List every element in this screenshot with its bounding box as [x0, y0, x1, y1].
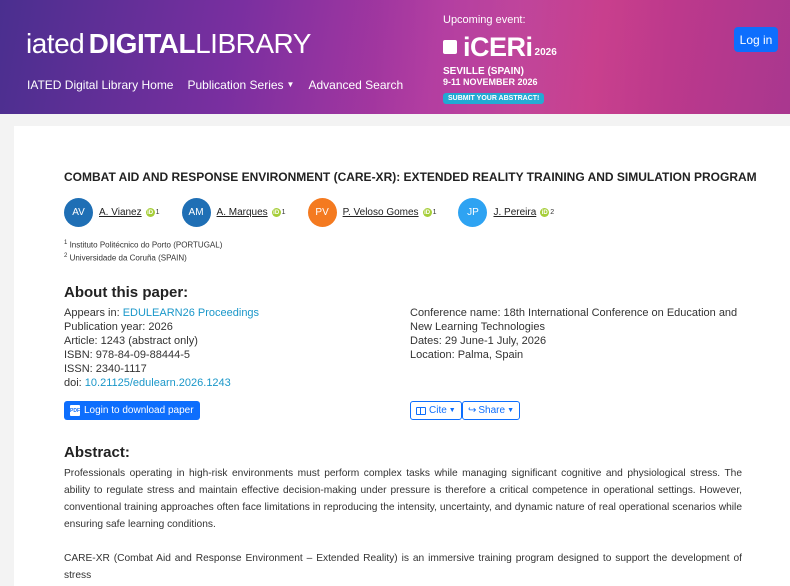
affiliation-item: 1 Instituto Politécnico do Porto (PORTUG…: [64, 238, 222, 251]
book-icon: [416, 406, 426, 415]
conference-dates: Dates: 29 June-1 July, 2026: [410, 335, 547, 347]
event-upcoming-label: Upcoming event:: [443, 14, 526, 26]
orcid-icon[interactable]: iD: [422, 208, 432, 217]
orcid-icon[interactable]: iD: [540, 208, 550, 217]
brand-bold: DIGITAL: [88, 28, 196, 59]
author-list: AV A. Vianez iD 1 AM A. Marques iD 1 PV P.…: [64, 198, 576, 227]
conference-name: Conference name: 18th International Conf…: [410, 307, 738, 333]
conference-location: Location: Palma, Spain: [410, 349, 524, 361]
avatar: AM: [181, 198, 211, 227]
proceedings-link[interactable]: EDULEARN26 Proceedings: [123, 307, 259, 319]
affiliation-item: 2 Universidade da Coruña (SPAIN): [64, 251, 222, 264]
share-icon: ↪: [468, 405, 477, 416]
download-button-label: Login to download paper: [84, 405, 194, 416]
share-button[interactable]: ↪ Share ▼: [462, 401, 521, 420]
isbn: ISBN: 978-84-09-88444-5: [64, 349, 190, 361]
affiliation-marker: 1: [155, 209, 160, 216]
publication-year: Publication year: 2026: [64, 321, 173, 333]
pdf-icon: PDF: [70, 405, 80, 416]
nav-advanced-search[interactable]: Advanced Search: [308, 78, 403, 92]
avatar: AV: [64, 198, 93, 227]
author-name-link[interactable]: P. Veloso Gomes: [343, 207, 419, 218]
brand-light: LIBRARY: [195, 28, 311, 59]
doi-label: doi:: [64, 377, 85, 389]
author-name-link[interactable]: A. Vianez: [99, 207, 142, 218]
paper-meta-right: Conference name: 18th International Conf…: [410, 306, 740, 362]
author-name-link[interactable]: J. Pereira: [493, 207, 536, 218]
chevron-down-icon: ▼: [507, 407, 515, 414]
event-name: iCERi: [463, 32, 533, 62]
event-banner[interactable]: Upcoming event: iCERi 2026 SEVILLE (SPAI…: [443, 14, 557, 105]
nav-publication-series-label: Publication Series: [187, 78, 284, 92]
affiliation-text: Instituto Politécnico do Porto (PORTUGAL…: [69, 240, 223, 250]
abstract-paragraph: CARE-XR (Combat Aid and Response Environ…: [64, 553, 742, 581]
site-header: iated DIGITALLIBRARY IATED Digital Libra…: [0, 0, 790, 114]
appears-in-label: Appears in:: [64, 307, 123, 319]
orcid-icon[interactable]: iD: [271, 208, 281, 217]
chevron-down-icon: ▼: [448, 407, 456, 414]
issn: ISSN: 2340-1117: [64, 363, 147, 375]
chevron-down-icon: ▼: [286, 80, 295, 89]
appears-in: Appears in: EDULEARN26 Proceedings: [64, 306, 259, 320]
paper-title: COMBAT AID AND RESPONSE ENVIRONMENT (CAR…: [64, 170, 757, 184]
cite-button[interactable]: Cite ▼: [410, 401, 462, 420]
affiliation-number: 1: [64, 240, 68, 246]
author-item: AM A. Marques iD 1: [181, 198, 286, 227]
event-year: 2026: [534, 46, 557, 58]
avatar: JP: [458, 198, 488, 227]
main-nav: IATED Digital Library Home Publication S…: [27, 78, 403, 92]
nav-publication-series[interactable]: Publication Series ▼: [187, 78, 294, 92]
doi: doi: 10.21125/edulearn.2026.1243: [64, 376, 259, 390]
event-logo: iCERi 2026: [443, 33, 557, 61]
affiliation-marker: 2: [550, 209, 555, 216]
event-dates: 9-11 NOVEMBER 2026: [443, 77, 538, 87]
abstract-paragraph: Professionals operating in high-risk env…: [64, 468, 742, 530]
event-location: SEVILLE (SPAIN): [443, 66, 524, 77]
affiliation-text: Universidade da Coruña (SPAIN): [69, 253, 187, 263]
affiliation-marker: 1: [281, 209, 286, 216]
affiliation-marker: 1: [432, 209, 437, 216]
author-item: AV A. Vianez iD 1: [64, 198, 160, 227]
brand-logo[interactable]: iated DIGITALLIBRARY: [26, 28, 311, 60]
author-item: PV P. Veloso Gomes iD 1: [307, 198, 437, 227]
about-heading: About this paper:: [64, 284, 189, 301]
author-name-link[interactable]: A. Marques: [217, 207, 268, 218]
affiliations: 1 Instituto Politécnico do Porto (PORTUG…: [64, 238, 222, 263]
brand-prefix: iated: [26, 28, 85, 59]
square-icon: [443, 40, 457, 54]
login-to-download-button[interactable]: PDF Login to download paper: [64, 401, 200, 420]
login-button[interactable]: Log in: [734, 27, 778, 52]
cite-button-label: Cite: [429, 405, 447, 416]
paper-meta-left: Appears in: EDULEARN26 Proceedings Publi…: [64, 306, 259, 390]
abstract-heading: Abstract:: [64, 444, 130, 461]
nav-home[interactable]: IATED Digital Library Home: [27, 78, 173, 92]
share-button-label: Share: [478, 405, 506, 416]
affiliation-number: 2: [64, 252, 68, 259]
doi-link[interactable]: 10.21125/edulearn.2026.1243: [85, 377, 231, 389]
author-item: JP J. Pereira iD 2: [458, 198, 554, 227]
article-number: Article: 1243 (abstract only): [64, 335, 198, 347]
orcid-icon[interactable]: iD: [145, 208, 155, 217]
submit-abstract-button[interactable]: SUBMIT YOUR ABSTRACT!: [443, 93, 545, 104]
avatar: PV: [307, 198, 337, 227]
